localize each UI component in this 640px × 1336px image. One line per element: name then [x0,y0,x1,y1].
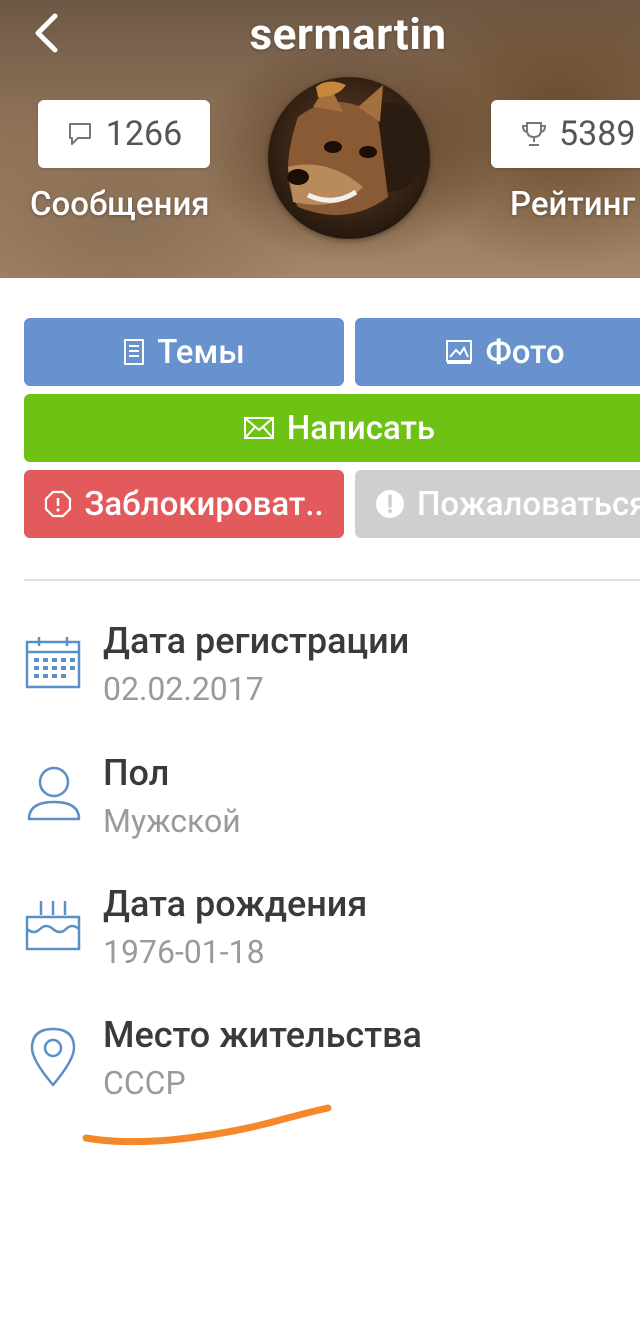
gender-label: Пол [103,752,170,794]
topics-label: Темы [157,332,245,372]
dog-avatar-image [268,77,430,239]
messages-count: 1266 [105,114,183,154]
messages-count-box[interactable]: 1266 [38,100,210,168]
location-label: Место жительства [103,1014,422,1056]
report-user-button[interactable]: Пожаловаться [355,470,640,538]
calendar-icon [25,637,81,689]
info-row-registration: Дата регистрации 02.02.2017 [0,620,640,730]
topics-button[interactable]: Темы [24,318,344,386]
person-icon [27,766,81,821]
birthday-value: 1976-01-18 [103,933,265,971]
trophy-icon [521,122,547,146]
document-icon [124,339,145,365]
location-pin-icon [30,1027,76,1087]
birthday-label: Дата рождения [103,883,368,925]
report-label: Пожаловаться [417,484,640,524]
profile-header: sermartin 1266 Сообщения 5389 Рейтинг [0,0,640,278]
registration-label: Дата регистрации [103,620,410,662]
write-label: Написать [286,408,436,448]
speech-bubble-icon [68,123,91,145]
stop-octagon-icon [45,490,72,518]
info-row-gender: Пол Мужской [0,752,640,862]
exclamation-circle-icon [376,490,404,518]
messages-label: Сообщения [30,185,210,224]
photo-button[interactable]: Фото [355,318,640,386]
orange-underline-annotation [82,1104,332,1146]
block-label: Заблокироват.. [84,484,324,524]
rating-value: 5389 [559,114,636,154]
divider [24,579,640,581]
info-row-birthday: Дата рождения 1976-01-18 [0,883,640,993]
write-message-button[interactable]: Написать [24,394,640,462]
avatar[interactable] [268,77,430,239]
registration-value: 02.02.2017 [103,670,264,708]
location-value: СССР [103,1064,186,1102]
photo-label: Фото [485,332,565,372]
gender-value: Мужской [103,802,241,840]
page-title: sermartin [249,8,447,60]
birthday-cake-icon [25,901,81,951]
image-icon [446,340,473,364]
rating-label: Рейтинг [510,185,636,224]
block-user-button[interactable]: Заблокироват.. [24,470,344,538]
rating-box[interactable]: 5389 [491,100,640,168]
envelope-icon [243,417,274,439]
